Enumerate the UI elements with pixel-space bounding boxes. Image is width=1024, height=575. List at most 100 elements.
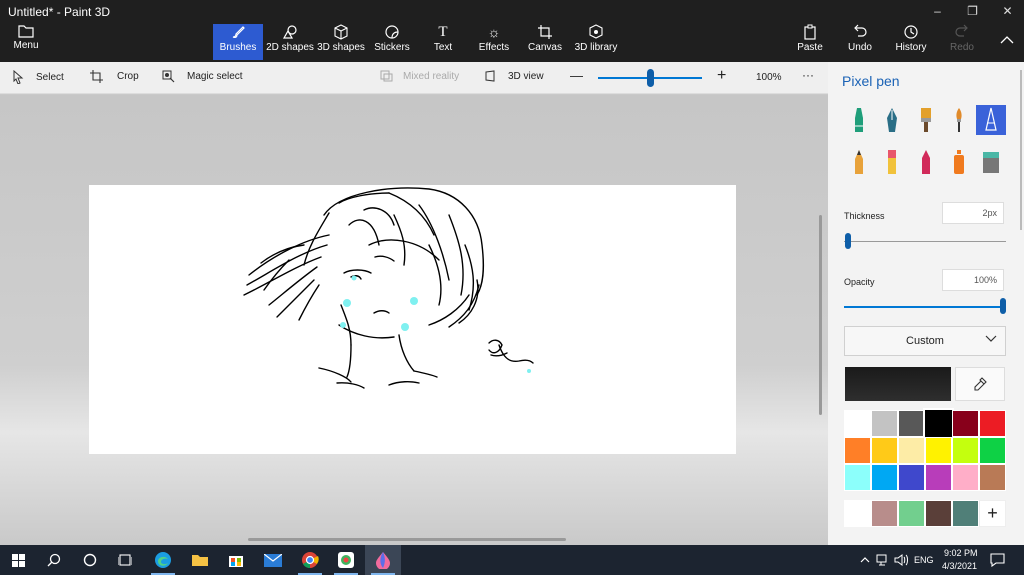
color-swatch[interactable]: [871, 464, 898, 491]
pixel-pen-button[interactable]: [976, 105, 1006, 135]
3d-view-icon: [485, 70, 495, 82]
add-color-button[interactable]: +: [979, 500, 1006, 527]
search-button[interactable]: [36, 545, 72, 575]
color-swatch[interactable]: [844, 410, 871, 437]
horizontal-scrollbar[interactable]: [248, 538, 566, 541]
select-button[interactable]: Select: [12, 70, 64, 84]
eraser-button[interactable]: [877, 147, 907, 177]
custom-color-swatch[interactable]: [925, 500, 952, 527]
tab-3d-library[interactable]: 3D library: [574, 24, 618, 60]
history-button[interactable]: History: [893, 24, 929, 60]
taskbar-paint-3d[interactable]: [365, 545, 401, 575]
color-swatch[interactable]: [871, 437, 898, 464]
volume-icon[interactable]: [894, 554, 908, 566]
workspace: [0, 95, 828, 545]
windows-start-icon: [11, 553, 25, 567]
tab-stickers[interactable]: Stickers: [370, 24, 414, 60]
paint-3d-icon: [376, 552, 390, 569]
color-swatch[interactable]: [925, 437, 952, 464]
color-mode-dropdown[interactable]: Custom: [844, 326, 1006, 356]
zoom-in-button[interactable]: +: [717, 67, 726, 85]
notification-icon[interactable]: [990, 553, 1005, 567]
color-swatch[interactable]: [952, 464, 979, 491]
mixed-reality-button[interactable]: Mixed reality: [380, 70, 459, 82]
color-swatch[interactable]: [952, 437, 979, 464]
vertical-scrollbar[interactable]: [819, 215, 822, 415]
tab-3d-shapes-label: 3D shapes: [317, 42, 365, 53]
color-swatch[interactable]: [925, 464, 952, 491]
fill-bucket-button[interactable]: [976, 147, 1006, 177]
taskbar-photos[interactable]: [328, 545, 364, 575]
taskbar-edge[interactable]: [145, 545, 181, 575]
current-color-preview[interactable]: [845, 367, 951, 401]
language-indicator[interactable]: ENG: [914, 555, 934, 565]
crop-button[interactable]: Crop: [90, 70, 139, 83]
taskbar-file-explorer[interactable]: [182, 545, 218, 575]
calligraphy-pen-button[interactable]: [877, 105, 907, 135]
menu-button[interactable]: Menu: [6, 24, 46, 58]
start-button[interactable]: [0, 545, 36, 575]
color-swatch[interactable]: [979, 464, 1006, 491]
network-icon[interactable]: [876, 554, 890, 566]
taskbar-store[interactable]: [218, 545, 254, 575]
redo-button[interactable]: Redo: [948, 24, 976, 60]
color-swatch[interactable]: [844, 437, 871, 464]
opacity-input[interactable]: 100%: [942, 269, 1004, 291]
tab-3d-shapes[interactable]: 3D shapes: [317, 24, 365, 60]
spray-can-icon: [954, 150, 964, 174]
color-swatch[interactable]: [952, 410, 979, 437]
marker-brush-button[interactable]: [844, 105, 874, 135]
oil-brush-button[interactable]: [911, 105, 941, 135]
clock-date[interactable]: 4/3/2021: [942, 561, 977, 571]
minimize-button[interactable]: –: [920, 0, 955, 22]
thickness-input[interactable]: 2px: [942, 202, 1004, 224]
tab-brushes[interactable]: Brushes: [213, 24, 263, 60]
tab-2d-shapes[interactable]: 2D shapes: [266, 24, 314, 60]
color-swatch[interactable]: [979, 437, 1006, 464]
thickness-slider-thumb[interactable]: [845, 233, 851, 249]
drawing-canvas[interactable]: [89, 185, 736, 454]
custom-color-swatch[interactable]: [871, 500, 898, 527]
opacity-slider-fill[interactable]: [844, 306, 1004, 308]
custom-color-swatch[interactable]: [844, 500, 871, 527]
watercolor-brush-button[interactable]: [944, 105, 974, 135]
chrome-icon: [302, 552, 319, 569]
custom-color-swatch[interactable]: [898, 500, 925, 527]
more-options-button[interactable]: ···: [802, 68, 814, 82]
chevron-up-icon[interactable]: [860, 556, 870, 563]
panel-scrollbar[interactable]: [1020, 70, 1022, 230]
tab-effects[interactable]: ☼ Effects: [474, 24, 514, 60]
paste-button[interactable]: Paste: [793, 24, 827, 60]
menu-label: Menu: [13, 40, 39, 51]
thickness-slider-track[interactable]: [844, 241, 1006, 242]
spray-can-button[interactable]: [944, 147, 974, 177]
taskbar-mail[interactable]: [255, 545, 291, 575]
clock-time[interactable]: 9:02 PM: [944, 548, 978, 558]
cortana-button[interactable]: [72, 545, 108, 575]
tab-text[interactable]: T Text: [425, 24, 461, 60]
task-view-button[interactable]: [107, 545, 143, 575]
tab-canvas[interactable]: Canvas: [526, 24, 564, 60]
color-swatch[interactable]: [923, 408, 954, 439]
sketch-drawing: [243, 187, 534, 389]
eyedropper-button[interactable]: [955, 367, 1005, 401]
close-button[interactable]: ✕: [990, 0, 1024, 22]
opacity-slider-thumb[interactable]: [1000, 298, 1006, 314]
maximize-button[interactable]: ❐: [955, 0, 990, 22]
color-swatch[interactable]: [844, 464, 871, 491]
color-swatch[interactable]: [898, 464, 925, 491]
zoom-out-button[interactable]: —: [570, 68, 583, 83]
color-swatch[interactable]: [871, 410, 898, 437]
pencil-brush-button[interactable]: [844, 147, 874, 177]
zoom-slider-thumb[interactable]: [647, 69, 654, 87]
3d-view-button[interactable]: 3D view: [485, 70, 544, 82]
color-swatch[interactable]: [898, 410, 925, 437]
zoom-level: 100%: [756, 72, 782, 83]
undo-button[interactable]: Undo: [845, 24, 875, 60]
custom-color-swatch[interactable]: [952, 500, 979, 527]
taskbar-chrome[interactable]: [292, 545, 328, 575]
magic-select-button[interactable]: Magic select: [162, 70, 243, 83]
color-swatch[interactable]: [898, 437, 925, 464]
color-swatch[interactable]: [979, 410, 1006, 437]
crayon-button[interactable]: [911, 147, 941, 177]
